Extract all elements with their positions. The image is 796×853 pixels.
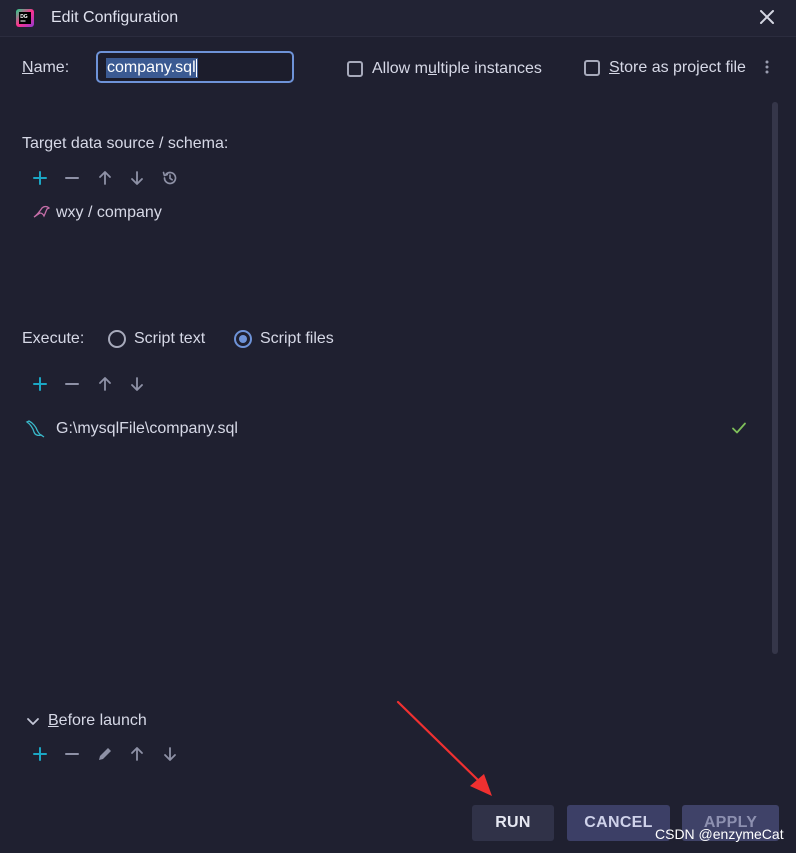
move-down-icon[interactable]: [128, 169, 146, 187]
mysql-dolphin-icon: [33, 205, 51, 218]
name-label-rest: ame:: [33, 59, 70, 76]
name-input[interactable]: company.sql: [96, 51, 294, 83]
sql-file-icon: [25, 420, 45, 438]
script-file-path: G:\mysqlFile\company.sql: [56, 420, 238, 437]
edit-task-icon[interactable]: [96, 745, 114, 763]
vertical-scrollbar[interactable]: [772, 102, 778, 654]
more-options-icon[interactable]: [762, 58, 772, 78]
allow-multiple-instances-checkbox[interactable]: [347, 61, 363, 77]
annotation-arrow-icon: [396, 700, 492, 796]
remove-file-icon[interactable]: [63, 375, 81, 393]
data-source-label: wxy / company: [56, 204, 162, 221]
add-icon[interactable]: [31, 169, 49, 187]
script-text-label[interactable]: Script text: [134, 330, 205, 348]
name-label: Name:: [22, 59, 69, 77]
store-as-project-file-checkbox[interactable]: [584, 60, 600, 76]
text-caret: [195, 58, 197, 77]
check-icon: [732, 422, 746, 434]
before-launch-label[interactable]: Before launch: [48, 712, 147, 730]
chevron-down-icon[interactable]: [26, 714, 40, 728]
title-bar: DG Edit Configuration: [0, 0, 796, 37]
move-file-up-icon[interactable]: [96, 375, 114, 393]
store-post: tore as project file: [619, 59, 746, 76]
script-file-item[interactable]: G:\mysqlFile\company.sql: [24, 419, 754, 441]
watermark: CSDN @enzymeCat: [655, 826, 784, 842]
window-title: Edit Configuration: [51, 9, 179, 26]
name-label-mnemonic: N: [22, 59, 34, 76]
close-button[interactable]: [756, 6, 778, 28]
close-icon[interactable]: [756, 6, 778, 28]
remove-task-icon[interactable]: [63, 745, 81, 763]
move-task-up-icon[interactable]: [128, 745, 146, 763]
run-button[interactable]: RUN: [472, 805, 554, 841]
target-data-source-label: Target data source / schema:: [22, 135, 229, 152]
name-input-text: company.sql: [107, 59, 196, 76]
store-as-project-file-label[interactable]: Store as project file: [609, 59, 746, 77]
move-task-down-icon[interactable]: [161, 745, 179, 763]
add-file-icon[interactable]: [31, 375, 49, 393]
history-icon[interactable]: [161, 169, 179, 187]
script-files-label[interactable]: Script files: [260, 330, 334, 348]
datagrip-logo-icon: DG: [16, 9, 34, 27]
before-launch-mnemonic: B: [48, 712, 59, 729]
move-up-icon[interactable]: [96, 169, 114, 187]
allow-multiple-pre: Allow m: [372, 60, 429, 77]
allow-multiple-post: ltiple instances: [436, 60, 542, 77]
store-mnemonic: S: [609, 59, 620, 76]
move-file-down-icon[interactable]: [128, 375, 146, 393]
before-launch-rest: efore launch: [58, 712, 147, 729]
allow-multiple-instances-label[interactable]: Allow multiple instances: [372, 60, 542, 78]
scrollbar-thumb[interactable]: [772, 102, 778, 654]
svg-text:DG: DG: [20, 14, 28, 20]
name-input-value[interactable]: company.sql: [106, 58, 198, 78]
script-text-radio[interactable]: [108, 330, 126, 348]
script-files-radio[interactable]: [234, 330, 252, 348]
remove-icon[interactable]: [63, 169, 81, 187]
execute-label: Execute:: [22, 330, 85, 347]
allow-multiple-mnemonic: u: [428, 60, 437, 77]
add-task-icon[interactable]: [31, 745, 49, 763]
